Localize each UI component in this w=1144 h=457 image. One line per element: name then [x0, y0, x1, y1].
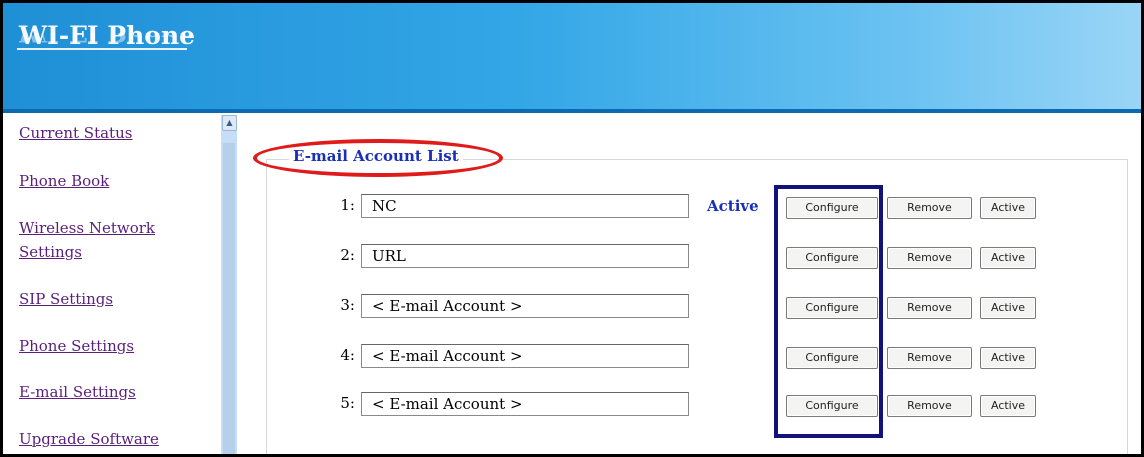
account-field-2[interactable]: URL — [361, 244, 689, 268]
active-button-3[interactable]: Active — [980, 297, 1036, 319]
active-status-label: Active — [707, 197, 759, 215]
scroll-up-arrow-icon[interactable]: ▲ — [222, 115, 237, 131]
account-field-4[interactable]: < E-mail Account > — [361, 344, 689, 368]
highlight-rectangle — [774, 185, 883, 438]
row-number: 3: — [340, 296, 355, 314]
header-divider — [3, 109, 1141, 113]
sidebar-item-phone-settings[interactable]: Phone Settings — [19, 336, 134, 356]
header-banner: WI-FI Phone WI-FI Phone — [3, 3, 1141, 109]
active-button-2[interactable]: Active — [980, 247, 1036, 269]
highlight-ellipse — [253, 139, 503, 177]
active-button-5[interactable]: Active — [980, 395, 1036, 417]
sidebar-item-sip-settings[interactable]: SIP Settings — [19, 289, 113, 309]
active-button-4[interactable]: Active — [980, 347, 1036, 369]
scroll-thumb[interactable] — [223, 143, 235, 454]
sidebar: Current Status Phone Book Wireless Netwo… — [3, 115, 221, 454]
remove-button-1[interactable]: Remove — [887, 197, 972, 219]
sidebar-item-current-status[interactable]: Current Status — [19, 123, 132, 143]
sidebar-item-wireless-network-settings[interactable]: Settings — [19, 242, 82, 262]
sidebar-scrollbar[interactable]: ▲ — [221, 115, 237, 454]
app-window: WI-FI Phone WI-FI Phone Current Status P… — [0, 0, 1144, 457]
sidebar-item-upgrade-software[interactable]: Upgrade Software — [19, 429, 159, 449]
active-button-1[interactable]: Active — [980, 197, 1036, 219]
sidebar-item-phone-book[interactable]: Phone Book — [19, 171, 109, 191]
remove-button-4[interactable]: Remove — [887, 347, 972, 369]
account-field-1[interactable]: NC — [361, 194, 689, 218]
row-number: 2: — [340, 246, 355, 264]
remove-button-3[interactable]: Remove — [887, 297, 972, 319]
sidebar-item-wireless-network[interactable]: Wireless Network — [19, 218, 155, 238]
logo-underline — [17, 48, 187, 50]
sidebar-item-email-settings[interactable]: E-mail Settings — [19, 382, 136, 402]
row-number: 4: — [340, 346, 355, 364]
row-number: 5: — [340, 394, 355, 412]
remove-button-2[interactable]: Remove — [887, 247, 972, 269]
account-field-3[interactable]: < E-mail Account > — [361, 294, 689, 318]
remove-button-5[interactable]: Remove — [887, 395, 972, 417]
account-field-5[interactable]: < E-mail Account > — [361, 392, 689, 416]
logo-reflection: WI-FI Phone — [19, 33, 195, 47]
row-number: 1: — [340, 196, 355, 214]
